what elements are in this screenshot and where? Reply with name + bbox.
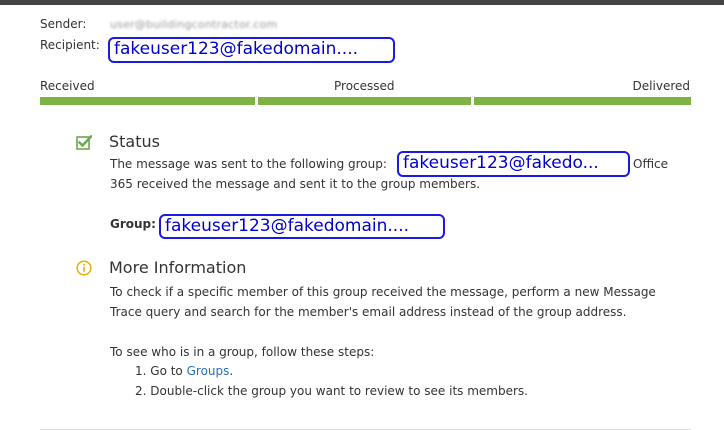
progress-segment-processed — [258, 97, 471, 105]
sender-row: Sender: — [40, 17, 108, 31]
step-1-prefix: 1. Go to — [135, 364, 187, 378]
steps-intro: To see who is in a group, follow these s… — [110, 345, 375, 359]
status-text-line1: The message was sent to the following gr… — [110, 157, 387, 171]
delivery-progress-bar — [40, 97, 691, 105]
stage-delivered-label: Delivered — [632, 79, 690, 93]
more-info-paragraph: To check if a specific member of this gr… — [110, 285, 656, 319]
top-bar — [0, 0, 724, 5]
status-text-line1-suffix: Office — [633, 157, 669, 171]
status-title: Status — [109, 132, 160, 151]
recipient-row: Recipient: — [40, 38, 108, 52]
step-1-suffix: . — [229, 364, 234, 378]
checkbox-checked-icon — [76, 134, 92, 150]
progress-segment-received — [40, 97, 255, 105]
sender-label: Sender: — [40, 17, 87, 31]
stage-received-label: Received — [40, 79, 95, 93]
progress-segment-delivered — [474, 97, 691, 105]
group-value: fakeuser123@fakedomain.... — [159, 214, 445, 239]
more-info-title: More Information — [109, 258, 247, 277]
recipient-value: fakeuser123@fakedomain.... — [108, 37, 395, 63]
group-label: Group: — [110, 217, 156, 231]
stage-processed-label: Processed — [334, 79, 395, 93]
recipient-label: Recipient: — [40, 38, 100, 52]
groups-link[interactable]: Groups — [187, 364, 230, 378]
sender-value: user@buildingcontractor.com — [110, 18, 278, 31]
info-icon — [76, 260, 92, 276]
step-1: 1. Go to Groups. — [135, 361, 233, 381]
step-2: 2. Double-click the group you want to re… — [135, 384, 528, 398]
status-text-line2: 365 received the message and sent it to … — [110, 177, 481, 191]
